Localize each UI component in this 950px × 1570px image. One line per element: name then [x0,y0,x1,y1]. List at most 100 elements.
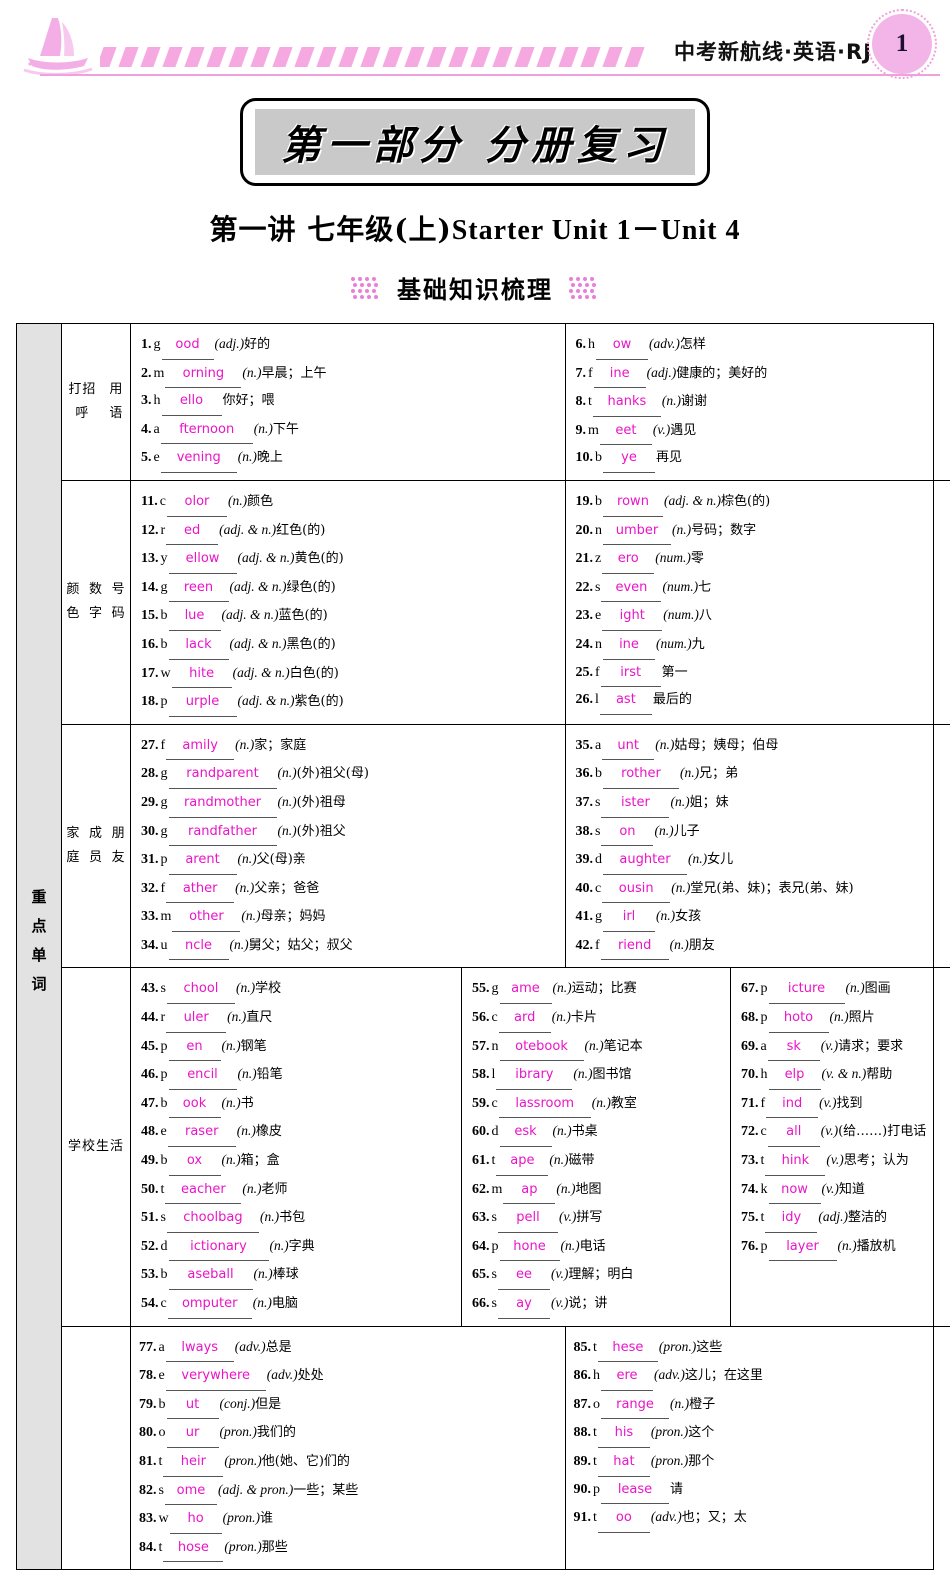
entry-answer-blank[interactable]: reen [169,575,229,603]
entry-answer-blank[interactable]: sk [768,1034,820,1062]
entry-answer-blank[interactable]: ay [498,1291,550,1319]
entry-answer-blank[interactable]: omputer [168,1291,252,1319]
entry-answer-blank[interactable]: ut [167,1392,219,1420]
entry-answer-blank[interactable]: chool [167,976,235,1004]
entry-answer-blank[interactable]: ook [169,1091,221,1119]
entry-answer-blank[interactable]: aughter [603,847,687,875]
entry-answer-blank[interactable]: his [598,1420,650,1448]
entry-answer-blank[interactable]: randparent [169,761,277,789]
entry-answer-blank[interactable]: ine [603,632,655,660]
entry-answer-blank[interactable]: en [169,1034,221,1062]
entry-prefix-letter: c [492,1091,498,1118]
entry-answer-blank[interactable]: ow [596,332,648,360]
entry-answer-blank[interactable]: all [768,1119,820,1147]
entry-answer-blank[interactable]: uler [166,1005,226,1033]
entry-answer-blank[interactable]: orning [165,361,241,389]
entry-answer-blank[interactable]: ome [165,1478,217,1506]
entry-answer-blank[interactable]: eet [600,418,652,446]
entry-answer-blank[interactable]: ard [499,1005,551,1033]
entry-answer-blank[interactable]: hone [500,1234,560,1262]
entry-answer-blank[interactable]: ind [766,1091,818,1119]
entry-answer-blank[interactable]: hite [172,661,232,689]
entry-answer-blank[interactable]: ape [496,1148,548,1176]
entry-answer-blank[interactable]: ame [500,976,552,1004]
entry-answer-blank[interactable]: ather [166,876,234,904]
entry-answer-blank[interactable]: arent [169,847,237,875]
entry-answer-blank[interactable]: ur [167,1420,219,1448]
entry-answer-blank[interactable]: oo [598,1505,650,1533]
entry-answer-blank[interactable]: ero [602,546,654,574]
entry-answer-blank[interactable]: urple [169,689,237,717]
entry-answer-blank[interactable]: ee [498,1262,550,1290]
entry-answer-blank[interactable]: other [172,904,240,932]
entry-answer-blank[interactable]: ellow [169,546,237,574]
entry-answer-blank[interactable]: heir [163,1449,223,1477]
entry-answer-blank[interactable]: ye [603,445,655,473]
entry-answer-blank[interactable]: idy [765,1205,817,1233]
entry-answer-blank[interactable]: ousin [602,876,670,904]
entry-answer-blank[interactable]: layer [769,1234,837,1262]
entry-answer-blank[interactable]: olor [167,489,227,517]
entry-answer-blank[interactable]: even [601,575,661,603]
entry-answer-blank[interactable]: lassroom [499,1091,591,1119]
entry-answer-blank[interactable]: pell [498,1205,558,1233]
entry-answer-blank[interactable]: now [769,1177,821,1205]
entry-answer-blank[interactable]: icture [769,976,845,1004]
entry-answer-blank[interactable]: riend [601,933,669,961]
entry-answer-blank[interactable]: encil [169,1062,237,1090]
entry-answer-blank[interactable]: range [601,1392,669,1420]
entry-answer-blank[interactable]: ast [600,687,652,715]
entry-answer-blank[interactable]: elp [769,1062,821,1090]
entry-part-of-speech: (n.) [838,1233,857,1260]
entry-part-of-speech: (v.) [819,1090,836,1117]
entry-answer-blank[interactable]: ine [594,361,646,389]
entry-answer-blank[interactable]: lways [166,1335,234,1363]
entry-answer-blank[interactable]: unt [602,733,654,761]
entry-answer-blank[interactable]: hanks [593,389,661,417]
entry-answer-blank[interactable]: ight [602,603,662,631]
entry-answer-blank[interactable]: ere [601,1363,653,1391]
entry-answer-blank[interactable]: fternoon [161,417,253,445]
entry-answer-blank[interactable]: ox [169,1148,221,1176]
entry-answer-blank[interactable]: rother [603,761,679,789]
entry-answer-blank[interactable]: ictionary [169,1234,269,1262]
entry-answer-blank[interactable]: rown [603,489,663,517]
entry-answer-blank[interactable]: lue [169,603,221,631]
entry-answer-blank[interactable]: hink [765,1148,825,1176]
entry-answer-blank[interactable]: lease [601,1477,669,1505]
entry-answer-blank[interactable]: hat [598,1449,650,1477]
entry-chinese-meaning: 帮助 [866,1062,892,1089]
vocab-entry: 74.know(v.)知道 [741,1176,950,1205]
entry-answer-blank[interactable]: ncle [169,933,229,961]
entry-answer-blank[interactable]: ap [503,1177,555,1205]
entry-answer-blank[interactable]: ello [162,388,222,416]
entry-answer-blank[interactable]: raser [168,1119,236,1147]
entry-answer-blank[interactable]: ood [162,332,214,360]
entry-answer-blank[interactable]: aseball [169,1262,253,1290]
entry-answer-blank[interactable]: verywhere [166,1363,266,1391]
entry-answer-blank[interactable]: ho [170,1506,222,1534]
entry-answer-blank[interactable]: vening [161,445,237,473]
entry-prefix-letter: m [161,904,172,931]
entry-answer-blank[interactable]: randfather [169,819,277,847]
entry-answer-blank[interactable]: eacher [165,1177,241,1205]
entry-answer-blank[interactable]: ister [601,790,669,818]
entry-answer-blank[interactable]: umber [603,518,671,546]
entry-answer-blank[interactable]: choolbag [167,1205,259,1233]
entry-answer-blank[interactable]: amily [166,733,234,761]
entry-answer-blank[interactable]: hose [163,1535,223,1563]
entry-answer-blank[interactable]: otebook [500,1034,584,1062]
entry-answer-blank[interactable]: irst [601,660,661,688]
entry-answer-blank[interactable]: esk [500,1119,552,1147]
entry-answer-blank[interactable]: ed [166,518,218,546]
entry-answer-blank[interactable]: irl [603,904,655,932]
entry-answer-blank[interactable]: ibrary [496,1062,572,1090]
entry-answer-blank[interactable]: on [601,819,653,847]
entry-answer-blank[interactable]: hese [598,1335,658,1363]
entry-answer-blank[interactable]: lack [169,632,229,660]
entry-answer-blank[interactable]: hoto [769,1005,829,1033]
entry-prefix-letter: f [595,660,600,687]
entry-number: 37. [576,790,594,817]
entry-number: 58. [472,1062,490,1089]
entry-answer-blank[interactable]: randmother [169,790,277,818]
